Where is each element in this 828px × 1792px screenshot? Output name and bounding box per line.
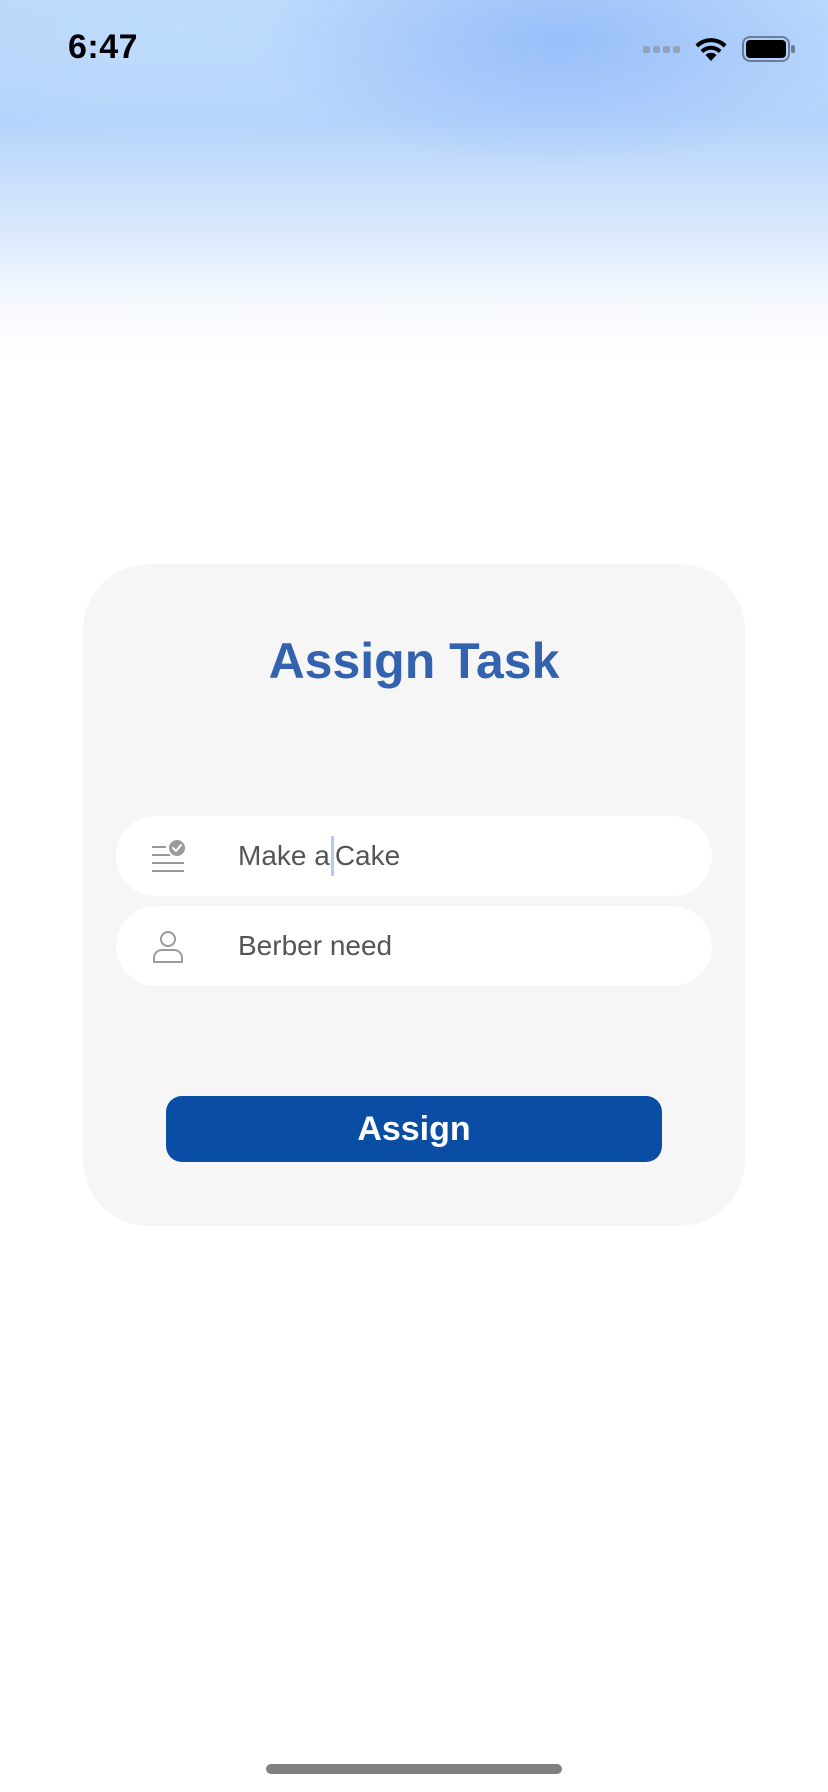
assignee-field[interactable]: Berber need <box>116 906 712 986</box>
task-list-check-icon <box>152 840 185 872</box>
battery-icon <box>742 36 795 62</box>
status-icons <box>643 36 796 62</box>
task-name-field[interactable]: Make a Cake <box>116 816 712 896</box>
assignee-input[interactable]: Berber need <box>238 906 392 986</box>
assign-task-card: Assign Task Make a Cake Berber need Assig… <box>83 564 745 1226</box>
status-bar: 6:47 <box>0 0 828 100</box>
task-name-input[interactable]: Make a Cake <box>238 816 400 896</box>
text-cursor <box>330 835 334 876</box>
card-title: Assign Task <box>268 633 560 689</box>
wifi-icon <box>695 38 727 61</box>
person-icon <box>153 931 183 963</box>
home-indicator[interactable] <box>266 1764 562 1774</box>
signal-icon <box>643 45 680 53</box>
task-name-text-before-cursor: Make a <box>238 840 330 871</box>
task-name-text-after-cursor: Cake <box>334 840 401 871</box>
assign-button[interactable]: Assign <box>166 1096 662 1162</box>
status-time: 6:47 <box>68 28 139 66</box>
